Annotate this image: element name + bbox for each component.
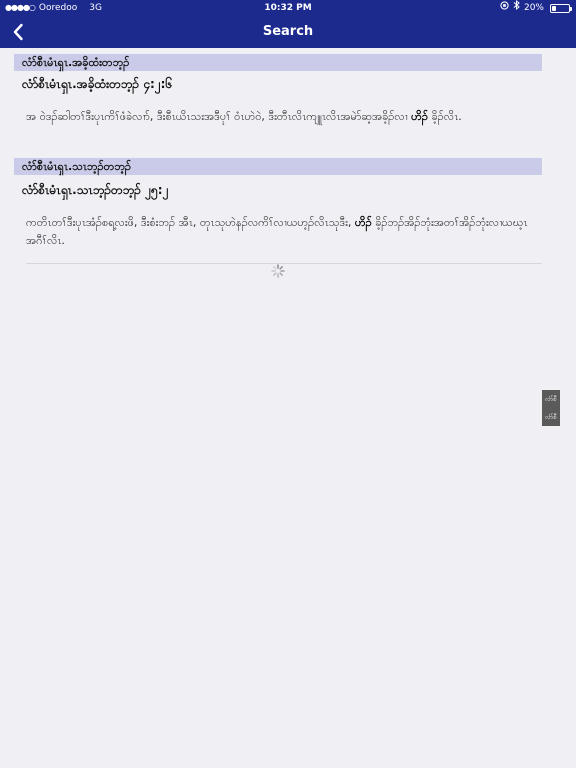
battery-icon bbox=[550, 3, 572, 13]
snippet-text: ခိ့ၣ်လိၤ. bbox=[431, 110, 462, 123]
result-snippet[interactable]: ကတိၤတၢ်ဒီးပုၤအံၣ်စရ့လးဖိ, ဒီးစံးဘၣ် အီၤ,… bbox=[26, 214, 536, 250]
bluetooth-icon bbox=[513, 0, 520, 16]
search-highlight: ဟိၣ် bbox=[354, 216, 372, 229]
rotation-lock-icon bbox=[500, 0, 509, 16]
section-header: လံာ်စီၤမံၤရှၤ.အခိ့ထံးတဘ့ၣ် bbox=[14, 54, 542, 71]
status-time: 10:32 PM bbox=[264, 3, 312, 13]
result-snippet[interactable]: အ ဝဲဒၣ်ဆါတၢ်ဒီးပုၤကိၢ်ဖံခဲလၢာ်, ဒီးစီၤယိ… bbox=[26, 108, 536, 126]
result-title[interactable]: လံာ်စီၤမံၤရှၤ.အခိ့ထံးတဘ့ၣ် ၄:၂:၆ bbox=[22, 76, 172, 94]
battery-percent-label: 20% bbox=[523, 3, 544, 13]
page-title: Search bbox=[262, 24, 314, 39]
snippet-text: ကတိၤတၢ်ဒီးပုၤအံၣ်စရ့လးဖိ, ဒီးစံးဘၣ် အီၤ,… bbox=[26, 216, 352, 229]
battery-level-fill bbox=[552, 5, 556, 11]
status-bar: ●●●●○ Ooredoo 3G 10:32 PM 20% bbox=[0, 0, 576, 16]
section-header: လံာ်စီၤမံၤရှၤ.သၤဘ့ၣ်တဘ့ၣ် bbox=[14, 158, 542, 175]
navigation-bar: Search bbox=[0, 16, 576, 48]
section-index-item[interactable]: လံာ်စီ bbox=[545, 413, 556, 422]
loading-spinner-icon bbox=[271, 264, 285, 278]
result-title[interactable]: လံာ်စီၤမံၤရှၤ.သၤဘ့ၣ်တဘ့ၣ် ၂၅:၂ bbox=[22, 182, 168, 200]
section-index-bar[interactable]: လံာ်စီ လံာ်စီ bbox=[542, 390, 560, 426]
status-right: 20% bbox=[500, 0, 572, 16]
snippet-text: အ ဝဲဒၣ်ဆါတၢ်ဒီးပုၤကိၢ်ဖံခဲလၢာ်, ဒီးစီၤယိ… bbox=[26, 110, 408, 123]
back-button[interactable] bbox=[6, 20, 30, 44]
chevron-left-icon bbox=[13, 23, 23, 41]
top-bar: ●●●●○ Ooredoo 3G 10:32 PM 20% Search bbox=[0, 0, 576, 48]
search-highlight: ဟိၣ် bbox=[411, 110, 428, 123]
section-index-item[interactable]: လံာ်စီ bbox=[545, 395, 556, 404]
